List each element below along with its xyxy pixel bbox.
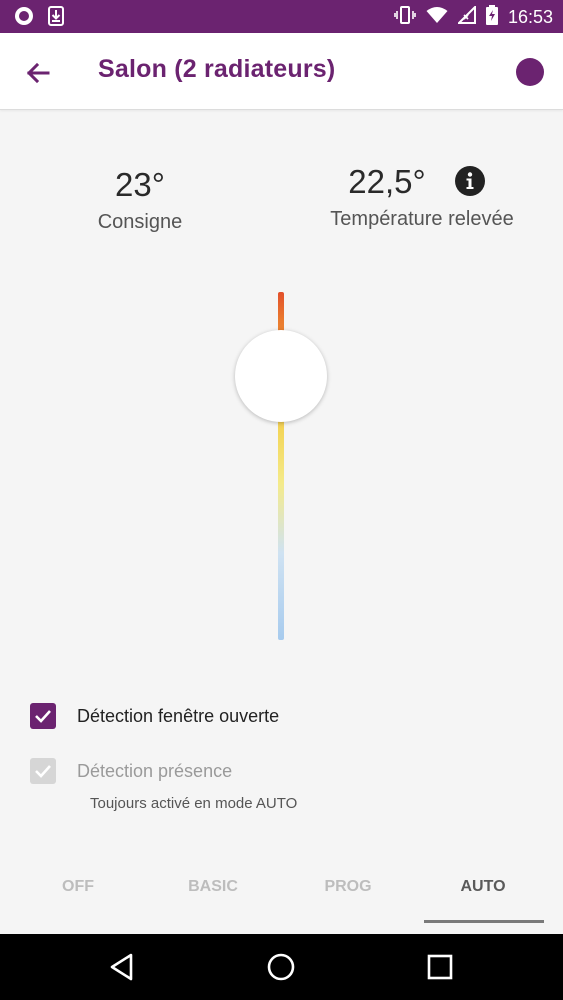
tab-prog[interactable]: PROG — [288, 878, 408, 896]
vibrate-icon — [394, 5, 416, 29]
circle-notification-icon — [14, 6, 34, 30]
system-nav-bar — [0, 934, 563, 1000]
info-icon[interactable] — [455, 166, 485, 196]
temperature-slider-thumb[interactable] — [235, 330, 327, 422]
setpoint-display: 23° Consigne — [60, 165, 220, 235]
presence-detection-label: Détection présence — [77, 760, 233, 781]
measured-temperature-value: 22,5° — [348, 163, 426, 200]
no-signal-icon — [456, 4, 476, 28]
mode-tabs: OFF BASIC PROG AUTO — [0, 860, 563, 924]
arrow-left-icon — [26, 62, 50, 84]
nav-recents-button[interactable] — [424, 951, 456, 983]
app-bar: Salon (2 radiateurs) — [0, 33, 563, 110]
triangle-back-icon — [110, 953, 133, 981]
back-button[interactable] — [20, 55, 56, 91]
checkmark-icon — [35, 765, 51, 778]
nav-home-button[interactable] — [265, 951, 297, 983]
setpoint-value: 23° — [115, 166, 165, 203]
checkmark-icon — [35, 710, 51, 723]
window-detection-label: Détection fenêtre ouverte — [77, 705, 280, 726]
clock-time: 16:53 — [507, 6, 553, 27]
square-recents-icon — [427, 954, 453, 980]
tab-basic[interactable]: BASIC — [153, 878, 273, 896]
presence-detection-option: Détection présence — [30, 758, 232, 784]
measured-temperature-display: 22,5° Température relevée — [300, 162, 544, 232]
wifi-icon — [426, 6, 448, 28]
battery-charging-icon — [485, 5, 498, 29]
status-dot-button[interactable] — [516, 58, 544, 86]
status-bar: 16:53 — [0, 0, 563, 33]
nav-back-button[interactable] — [107, 951, 139, 983]
measured-temperature-label: Température relevée — [330, 208, 514, 230]
circle-home-icon — [267, 953, 295, 981]
tab-off[interactable]: OFF — [18, 878, 138, 896]
setpoint-label: Consigne — [97, 211, 183, 233]
window-detection-checkbox[interactable] — [30, 703, 56, 729]
window-detection-option[interactable]: Détection fenêtre ouverte — [30, 703, 279, 729]
presence-detection-checkbox — [30, 758, 56, 784]
download-icon — [48, 6, 64, 30]
tab-selection-indicator — [424, 920, 544, 923]
tab-auto[interactable]: AUTO — [423, 878, 543, 896]
presence-detection-note: Toujours activé en mode AUTO — [90, 795, 298, 812]
page-title: Salon (2 radiateurs) — [98, 55, 336, 83]
